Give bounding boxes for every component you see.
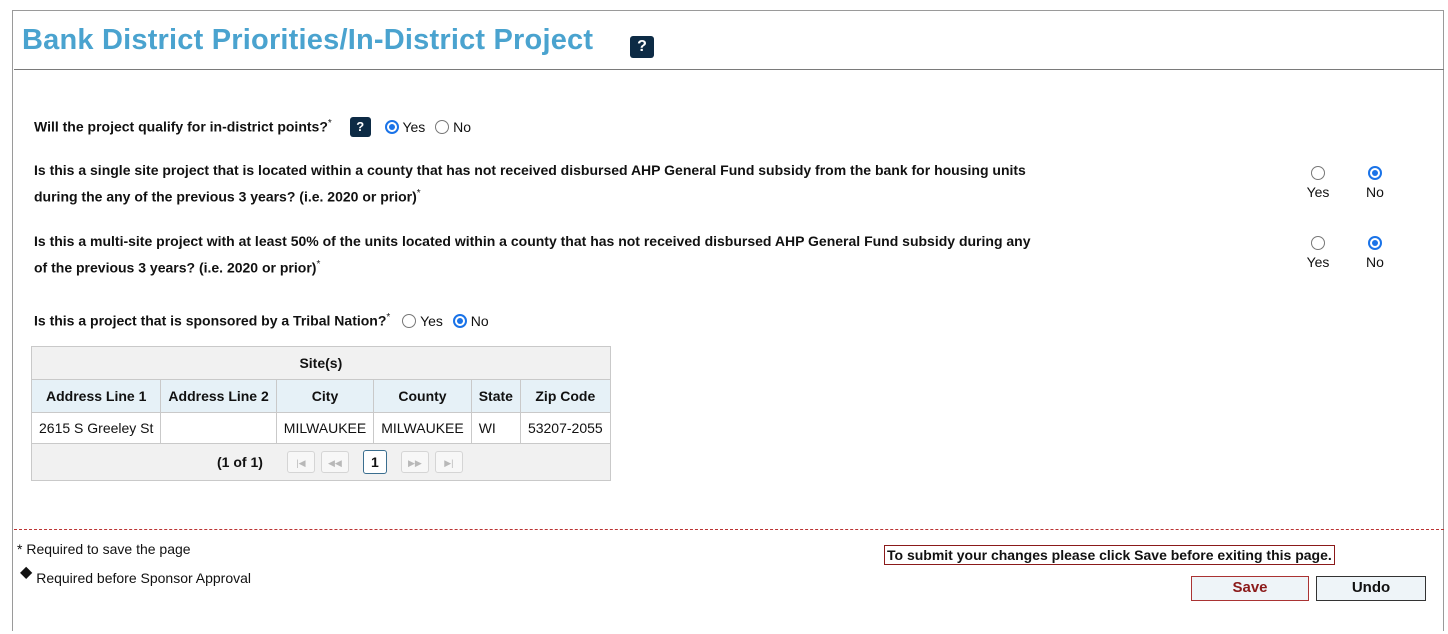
q1-yes-option[interactable]: Yes <box>384 118 426 135</box>
question-text-line2: of the previous 3 years? (i.e. 2020 or p… <box>34 259 317 276</box>
radio-yes[interactable] <box>402 313 417 328</box>
table-cell: MILWAUKEE <box>275 412 375 444</box>
radio-label: Yes <box>402 118 426 135</box>
save-button[interactable]: Save <box>1191 576 1309 601</box>
table-cell: WI <box>470 412 521 444</box>
radio-no-selected[interactable] <box>1368 236 1382 250</box>
q3-yes-option[interactable]: Yes <box>1303 236 1333 270</box>
question-text: Will the project qualify for in-district… <box>34 118 328 135</box>
radio-label: No <box>470 312 489 329</box>
q4-yes-option[interactable]: Yes <box>402 313 443 329</box>
q2-yes-option[interactable]: Yes <box>1303 166 1333 200</box>
radio-label: Yes <box>1306 184 1330 200</box>
title-help-icon[interactable]: ? <box>630 36 654 58</box>
table-cell: MILWAUKEE <box>373 412 472 444</box>
radio-label: No <box>1366 184 1384 200</box>
table-cell <box>160 412 277 444</box>
q4-no-option[interactable]: No <box>452 312 489 329</box>
question-help-icon[interactable]: ? <box>349 116 371 137</box>
radio-yes[interactable] <box>1311 236 1325 250</box>
required-sponsor-text: Required before Sponsor Approval <box>36 570 252 586</box>
column-header-county[interactable]: County <box>373 379 472 413</box>
question-text-line1: Is this a single site project that is lo… <box>34 162 1026 178</box>
radio-label: No <box>1366 254 1384 270</box>
radio-label: Yes <box>1306 254 1330 270</box>
table-cell: 53207-2055 <box>519 412 611 444</box>
required-marker: * <box>316 259 321 270</box>
radio-yes-selected[interactable] <box>384 119 399 134</box>
page-title: Bank District Priorities/In-District Pro… <box>22 24 594 56</box>
diamond-icon: ◆ <box>20 564 33 581</box>
save-reminder-notice: To submit your changes please click Save… <box>884 545 1335 565</box>
column-header-address-line-2[interactable]: Address Line 2 <box>160 379 277 413</box>
table-cell: 2615 S Greeley St <box>30 412 162 444</box>
column-header-address-line-1[interactable]: Address Line 1 <box>30 379 162 413</box>
q1-no-option[interactable]: No <box>435 119 471 135</box>
q2-no-option[interactable]: No <box>1360 166 1390 200</box>
radio-label: No <box>453 118 471 135</box>
table-row[interactable]: 2615 S Greeley St MILWAUKEE MILWAUKEE WI… <box>30 412 611 444</box>
question-text-line2: during the any of the previous 3 years? … <box>34 188 417 205</box>
required-marker: * <box>386 312 391 323</box>
radio-no-selected[interactable] <box>1368 166 1382 180</box>
required-marker: * <box>416 188 421 199</box>
required-marker: * <box>327 118 332 129</box>
table-caption: Site(s) <box>31 346 611 380</box>
question-single-site-county: Is this a single site project that is lo… <box>34 158 1284 209</box>
column-header-city[interactable]: City <box>275 379 375 413</box>
question-multi-site-county: Is this a multi-site project with at lea… <box>34 229 1284 280</box>
undo-button[interactable]: Undo <box>1316 576 1426 601</box>
radio-no-selected[interactable] <box>452 313 467 328</box>
table-pager: (1 of 1) |◀ ◀◀ 1 ▶▶ ▶| <box>31 443 611 481</box>
radio-yes[interactable] <box>1311 166 1325 180</box>
question-text-line1: Is this a multi-site project with at lea… <box>34 233 1031 249</box>
required-save-note: * Required to save the page <box>17 541 191 557</box>
column-header-state[interactable]: State <box>470 379 521 413</box>
q3-no-option[interactable]: No <box>1360 236 1390 270</box>
form-panel: Will the project qualify for in-district… <box>14 69 1444 530</box>
required-sponsor-note: ◆ Required before Sponsor Approval <box>20 564 252 588</box>
radio-label: Yes <box>420 312 443 329</box>
question-text: Is this a project that is sponsored by a… <box>34 312 387 329</box>
page-number-button[interactable]: 1 <box>362 450 387 474</box>
first-page-icon[interactable]: |◀ <box>286 451 315 473</box>
radio-no[interactable] <box>435 119 450 134</box>
last-page-icon[interactable]: ▶| <box>434 451 463 473</box>
column-header-zip-code[interactable]: Zip Code <box>519 379 611 413</box>
question-tribal-nation: Is this a project that is sponsored by a… <box>34 306 489 333</box>
prev-page-icon[interactable]: ◀◀ <box>320 451 349 473</box>
page-count: (1 of 1) <box>217 454 263 470</box>
next-page-icon[interactable]: ▶▶ <box>400 451 429 473</box>
sites-table: Site(s) Address Line 1 Address Line 2 Ci… <box>30 346 611 481</box>
question-in-district-points: Will the project qualify for in-district… <box>34 112 471 139</box>
